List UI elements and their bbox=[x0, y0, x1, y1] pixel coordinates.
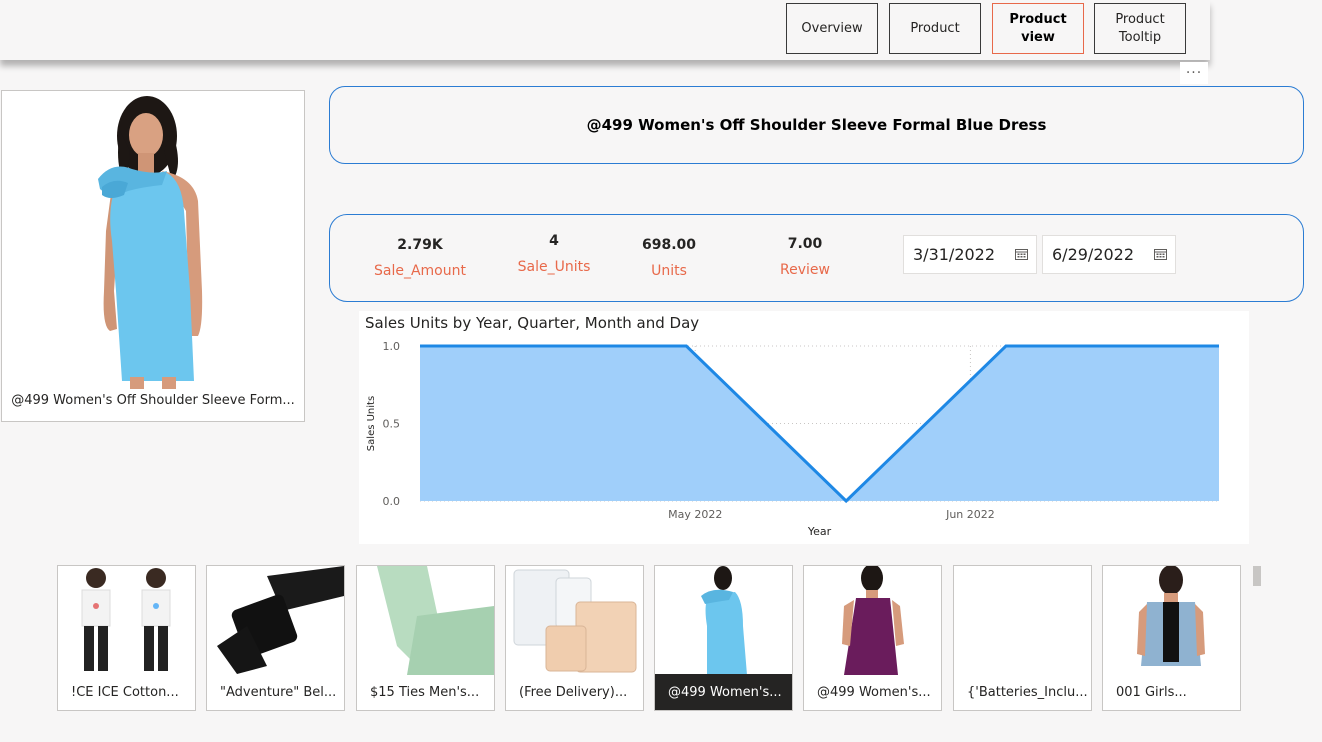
kpi-label: Units bbox=[651, 263, 687, 279]
thumbnail-caption: (Free Delivery)... bbox=[519, 684, 628, 700]
nav-product-tooltip-button[interactable]: Product Tooltip bbox=[1094, 3, 1186, 54]
kpi-sale-units: 4 Sale_Units bbox=[504, 233, 604, 275]
thumbnail-caption: {'Batteries_Inclu... bbox=[967, 684, 1088, 700]
end-date-value: 6/29/2022 bbox=[1052, 245, 1135, 264]
product-photo bbox=[98, 96, 203, 389]
nav-product-view-button[interactable]: Product view bbox=[992, 3, 1084, 54]
nav-overview-button[interactable]: Overview bbox=[786, 3, 878, 54]
calendar-icon[interactable] bbox=[1015, 248, 1028, 260]
thumbnail-item[interactable]: @499 Women's... bbox=[803, 565, 942, 711]
kpi-value: 698.00 bbox=[641, 237, 697, 253]
denim-vest-image bbox=[1137, 566, 1205, 666]
green-tie-image bbox=[377, 566, 494, 675]
kpi-value: 2.79K bbox=[397, 237, 443, 253]
purple-dress-image bbox=[842, 566, 904, 675]
thumbnail-caption: !CE ICE Cotton... bbox=[71, 684, 179, 700]
thumbnail-caption: "Adventure" Bel... bbox=[220, 684, 337, 700]
chart-plot: 0.0 0.5 1.0 May 2022 Jun 2022 Year Sales Units bbox=[366, 340, 1219, 538]
end-date-input[interactable]: 6/29/2022 bbox=[1042, 235, 1176, 274]
kids-tshirts-image bbox=[81, 568, 171, 671]
kpi-value: 4 bbox=[549, 233, 559, 249]
start-date-value: 3/31/2022 bbox=[913, 245, 996, 264]
kpi-sale-amount: 2.79K Sale_Amount bbox=[370, 237, 470, 279]
thumbnail-item[interactable]: $15 Ties Men's... bbox=[356, 565, 495, 711]
thumbnail-item[interactable]: "Adventure" Bel... bbox=[206, 565, 345, 711]
kpi-value: 7.00 bbox=[787, 236, 823, 252]
y-tick-label: 0.5 bbox=[383, 418, 401, 431]
y-tick-label: 1.0 bbox=[383, 340, 401, 353]
series-area bbox=[420, 346, 1219, 501]
thumbnail-caption: @499 Women's... bbox=[817, 684, 931, 700]
product-image-card: @499 Women's Off Shoulder Sleeve Form... bbox=[1, 90, 305, 422]
thumbnail-scrollbar[interactable] bbox=[1253, 566, 1261, 586]
thumbnail-item[interactable]: (Free Delivery)... bbox=[505, 565, 644, 711]
kpi-label: Review bbox=[780, 262, 830, 278]
sales-units-chart[interactable]: Sales Units by Year, Quarter, Month and … bbox=[359, 311, 1249, 544]
nav-product-button[interactable]: Product bbox=[889, 3, 981, 54]
calendar-icon[interactable] bbox=[1154, 248, 1167, 260]
blank-image bbox=[954, 566, 1091, 675]
y-tick-label: 0.0 bbox=[383, 495, 401, 508]
x-axis-label: Year bbox=[807, 525, 832, 538]
kpi-label: Sale_Amount bbox=[374, 263, 466, 279]
thumbnail-caption: 001 Girls... bbox=[1116, 684, 1187, 700]
more-options-icon[interactable]: ··· bbox=[1180, 62, 1208, 84]
product-image-caption: @499 Women's Off Shoulder Sleeve Form... bbox=[11, 393, 295, 408]
x-tick-label: Jun 2022 bbox=[945, 508, 995, 521]
x-tick-label: May 2022 bbox=[668, 508, 722, 521]
y-axis-label: Sales Units bbox=[366, 396, 377, 451]
kpi-review: 7.00 Review bbox=[755, 236, 855, 278]
kpi-units: 698.00 Units bbox=[619, 237, 719, 279]
thumbnail-item[interactable]: {'Batteries_Inclu... bbox=[953, 565, 1092, 711]
bra-extenders-image bbox=[513, 569, 637, 673]
start-date-input[interactable]: 3/31/2022 bbox=[903, 235, 1037, 274]
kpi-panel: 2.79K Sale_Amount 4 Sale_Units 698.00 Un… bbox=[329, 214, 1304, 302]
thumbnail-caption: $15 Ties Men's... bbox=[370, 684, 480, 700]
top-nav-bar: Overview Product Product view Product To… bbox=[0, 0, 1210, 60]
blue-dress-image bbox=[701, 566, 747, 675]
kpi-label: Sale_Units bbox=[517, 259, 591, 275]
black-belt-image bbox=[217, 566, 344, 674]
thumbnail-caption: @499 Women's... bbox=[655, 674, 792, 710]
product-title: @499 Women's Off Shoulder Sleeve Formal … bbox=[329, 86, 1304, 164]
thumbnail-item[interactable]: 001 Girls... bbox=[1102, 565, 1241, 711]
thumbnail-item[interactable]: !CE ICE Cotton... bbox=[57, 565, 196, 711]
thumbnail-item[interactable]: @499 Women's... bbox=[654, 565, 793, 711]
